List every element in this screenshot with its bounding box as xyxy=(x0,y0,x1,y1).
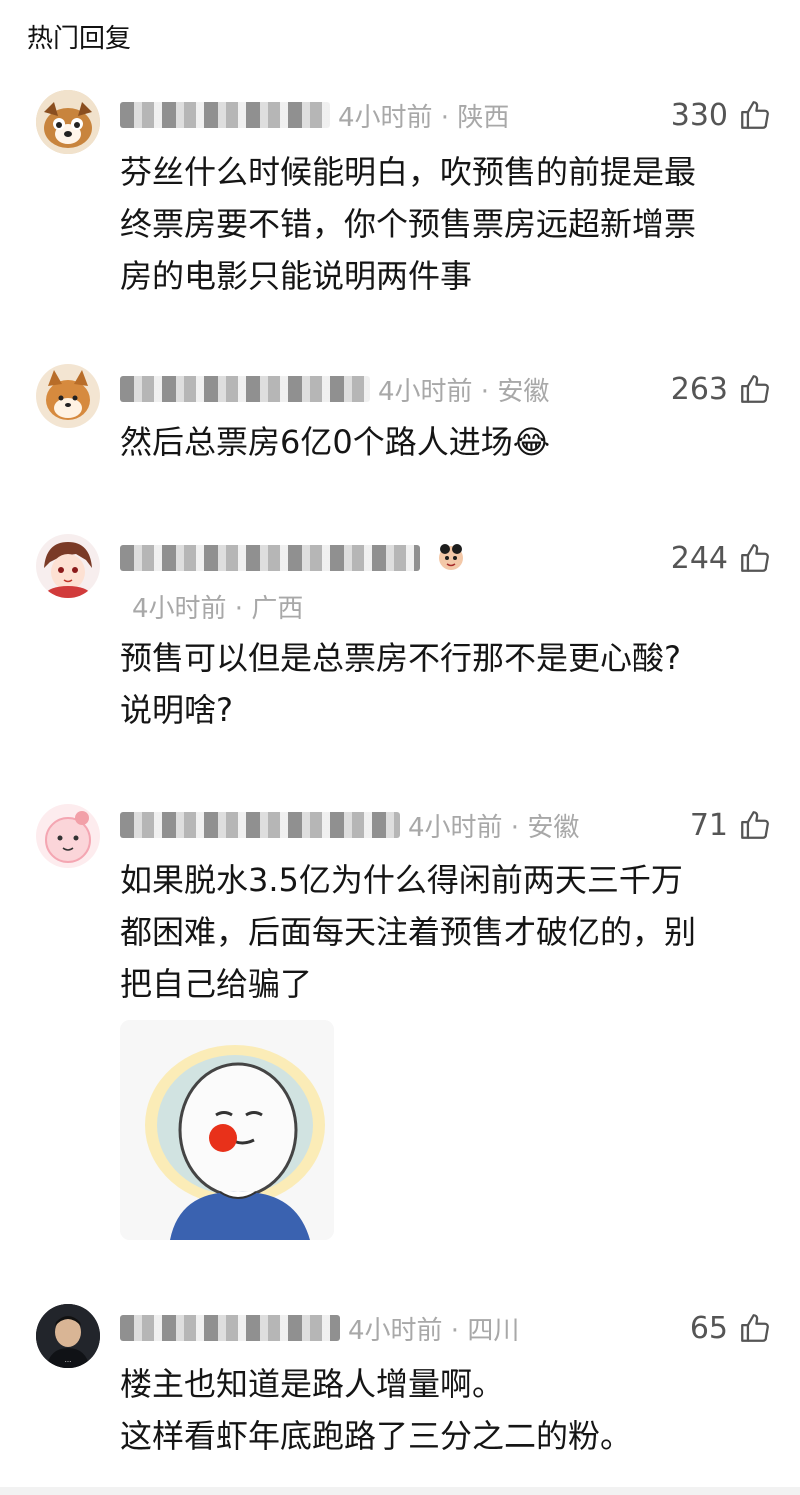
avatar[interactable]: ··· xyxy=(36,1304,100,1368)
avatar[interactable] xyxy=(36,804,100,868)
comment-line: 这样看虾年底跑路了三分之二的粉。 xyxy=(120,1417,633,1455)
comment-meta: 4小时前 · 安徽 xyxy=(408,812,580,843)
username-blurred[interactable] xyxy=(120,545,420,571)
nezha-badge-icon xyxy=(439,544,463,570)
like-button[interactable]: 65 xyxy=(690,1308,772,1348)
comment: 4小时前 · 安徽 263 然后总票房6亿0个路人进场😂 xyxy=(0,360,800,470)
comment-meta: 4小时前 · 陕西 xyxy=(338,102,510,133)
thumbs-up-icon xyxy=(741,544,769,572)
comment-line: 然后总票房6亿0个路人进场😂 xyxy=(120,423,551,461)
like-count: 263 xyxy=(670,371,728,407)
person-avatar-icon: ··· xyxy=(36,1304,100,1368)
username-blurred[interactable] xyxy=(120,102,330,128)
cartoon-avatar-icon xyxy=(36,804,100,868)
comment-line: 都困难，后面每天注着预售才破亿的，别 xyxy=(120,913,697,951)
thumbs-up-icon xyxy=(741,101,769,129)
comment-line: 把自己给骗了 xyxy=(120,965,313,1003)
bottom-divider xyxy=(0,1487,800,1495)
avatar[interactable] xyxy=(36,364,100,428)
like-button[interactable]: 71 xyxy=(690,805,772,845)
username-blurred[interactable] xyxy=(120,376,370,402)
dog-avatar-icon xyxy=(36,90,100,154)
sticker-image[interactable] xyxy=(120,1020,334,1240)
svg-text:···: ··· xyxy=(65,1358,72,1366)
comment-line: 如果脱水3.5亿为什么得闲前两天三千万 xyxy=(120,861,683,899)
thumbs-up-icon xyxy=(741,1314,769,1342)
comment-meta: 4小时前 · 广西 xyxy=(132,593,304,624)
username-blurred[interactable] xyxy=(120,812,400,838)
comment: 4小时前 · 安徽 71 如果脱水3.5亿为什么得闲前两天三千万 都困难，后面每… xyxy=(0,800,800,1250)
avatar[interactable] xyxy=(36,90,100,154)
comment-line: 终票房要不错，你个预售票房远超新增票 xyxy=(120,205,697,243)
comment: 244 4小时前 · 广西 预售可以但是总票房不行那不是更心酸? 说明啥? xyxy=(0,530,800,740)
comment-line: 芬丝什么时候能明白，吹预售的前提是最 xyxy=(120,153,697,191)
comment-meta: 4小时前 · 四川 xyxy=(348,1315,520,1346)
like-button[interactable]: 330 xyxy=(671,95,772,135)
comment-line: 预售可以但是总票房不行那不是更心酸? xyxy=(120,639,681,677)
shiba-avatar-icon xyxy=(36,364,100,428)
username-blurred[interactable] xyxy=(120,1315,340,1341)
avatar[interactable] xyxy=(36,534,100,598)
comment-line: 说明啥? xyxy=(120,691,233,729)
comment-line: 楼主也知道是路人增量啊。 xyxy=(120,1365,505,1403)
sticker-face-icon xyxy=(120,1020,334,1240)
like-count: 71 xyxy=(689,807,728,843)
like-button[interactable]: 244 xyxy=(671,538,772,578)
thumbs-up-icon xyxy=(741,375,769,403)
comment-meta: 4小时前 · 安徽 xyxy=(378,376,550,407)
anime-avatar-icon xyxy=(36,534,100,598)
like-button[interactable]: 263 xyxy=(671,369,772,409)
comment: ··· 4小时前 · 四川 65 楼主也知道是路人增量啊。 这样看虾年底跑路了三… xyxy=(0,1302,800,1472)
like-count: 330 xyxy=(670,97,728,133)
comment-line: 房的电影只能说明两件事 xyxy=(120,257,473,295)
comment: 4小时前 · 陕西 330 芬丝什么时候能明白，吹预售的前提是最 终票房要不错，… xyxy=(0,88,800,298)
like-count: 244 xyxy=(670,540,728,576)
thumbs-up-icon xyxy=(741,811,769,839)
like-count: 65 xyxy=(689,1310,728,1346)
section-title: 热门回复 xyxy=(27,24,132,54)
